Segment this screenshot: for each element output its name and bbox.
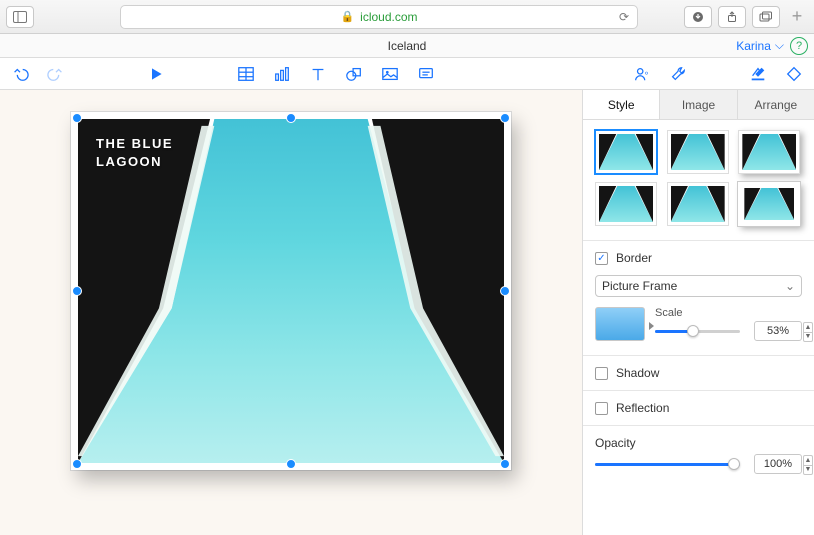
style-preset-1[interactable] [595,130,657,174]
tab-image[interactable]: Image [660,90,737,119]
tab-style[interactable]: Style [583,90,660,119]
style-preset-2[interactable] [667,130,729,174]
resize-handle-bl[interactable] [72,459,82,469]
selected-image[interactable]: THE BLUE LAGOON [71,112,511,470]
sidebar-toggle-button[interactable] [6,6,34,28]
chevron-down-icon: ⌄ [785,279,795,293]
shadow-checkbox[interactable] [595,367,608,380]
insert-image-button[interactable] [380,64,400,84]
image-content [78,119,504,463]
resize-handle-ml[interactable] [72,286,82,296]
resize-handle-bm[interactable] [286,459,296,469]
help-button[interactable]: ? [790,37,808,55]
downloads-button[interactable] [684,6,712,28]
user-menu[interactable]: Karina ⌵ [736,38,784,53]
style-preset-6[interactable] [738,182,800,226]
opacity-slider[interactable] [595,457,740,471]
toolbar [0,58,814,90]
insert-chart-button[interactable] [272,64,292,84]
slide-canvas[interactable]: THE BLUE LAGOON [0,90,582,535]
new-tab-button[interactable]: + [786,6,808,28]
lock-icon: 🔒 [340,10,354,23]
frame-style-swatch[interactable] [595,307,645,341]
tab-arrange[interactable]: Arrange [738,90,814,119]
title-bar: Iceland Karina ⌵ ? [0,34,814,58]
style-preset-4[interactable] [595,182,657,226]
style-preset-3[interactable] [738,130,800,174]
address-bar[interactable]: 🔒 icloud.com ⟳ [120,5,638,29]
scale-value-field[interactable]: 53% ▲▼ [754,321,802,341]
document-title: Iceland [388,39,427,53]
shadow-label: Shadow [616,366,659,380]
animate-button[interactable] [784,64,804,84]
play-button[interactable] [146,64,166,84]
tabs-button[interactable] [752,6,780,28]
reflection-checkbox[interactable] [595,402,608,415]
redo-button[interactable] [46,64,66,84]
format-inspector: Style Image Arrange Border Picture Frame [582,90,814,535]
resize-handle-tr[interactable] [500,113,510,123]
share-button[interactable] [718,6,746,28]
resize-handle-br[interactable] [500,459,510,469]
chevron-down-icon: ⌵ [775,38,784,53]
collaborate-button[interactable] [632,64,652,84]
border-type-value: Picture Frame [602,279,677,293]
insert-text-button[interactable] [308,64,328,84]
border-type-select[interactable]: Picture Frame ⌄ [595,275,802,297]
scale-stepper[interactable]: ▲▼ [803,322,813,342]
resize-handle-tm[interactable] [286,113,296,123]
scale-slider[interactable] [655,324,740,338]
reflection-label: Reflection [616,401,669,415]
opacity-value-field[interactable]: 100% ▲▼ [754,454,802,474]
reload-icon[interactable]: ⟳ [619,10,629,24]
browser-chrome: 🔒 icloud.com ⟳ + [0,0,814,34]
user-name: Karina [736,39,771,53]
insert-shape-button[interactable] [344,64,364,84]
scale-label: Scale [655,307,802,319]
style-presets [595,130,802,226]
border-checkbox[interactable] [595,252,608,265]
opacity-stepper[interactable]: ▲▼ [803,455,813,475]
undo-button[interactable] [10,64,30,84]
insert-comment-button[interactable] [416,64,436,84]
style-preset-5[interactable] [667,182,729,226]
image-caption: THE BLUE LAGOON [96,135,173,170]
border-label: Border [616,251,652,265]
resize-handle-mr[interactable] [500,286,510,296]
resize-handle-tl[interactable] [72,113,82,123]
opacity-label: Opacity [595,436,636,450]
tools-button[interactable] [668,64,688,84]
address-url: icloud.com [360,10,417,24]
insert-table-button[interactable] [236,64,256,84]
format-button[interactable] [748,64,768,84]
